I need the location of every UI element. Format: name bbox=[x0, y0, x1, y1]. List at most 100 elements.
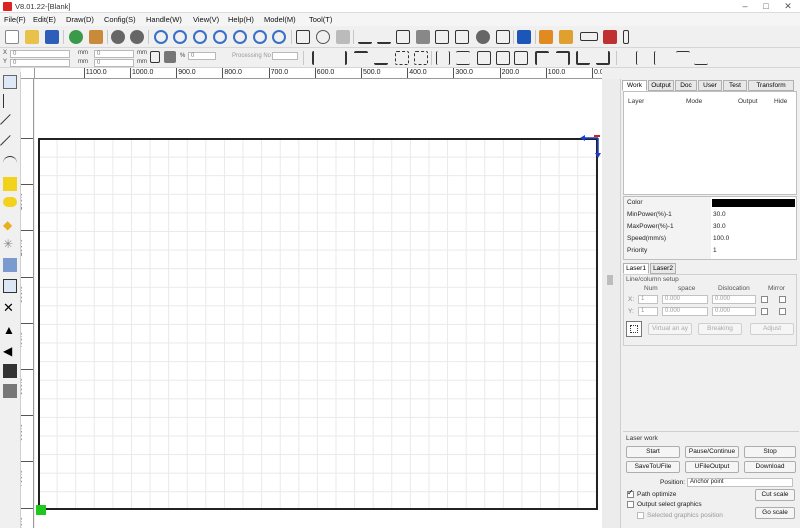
minimize-icon[interactable]: – bbox=[736, 1, 754, 12]
rectangle-tool-icon[interactable] bbox=[296, 30, 310, 44]
camera-icon[interactable] bbox=[476, 30, 490, 44]
close-icon[interactable]: ✕ bbox=[779, 1, 797, 12]
priority-value[interactable]: 1 bbox=[713, 247, 717, 254]
smooth-icon[interactable] bbox=[336, 30, 350, 44]
y-space-input[interactable]: 0.000 bbox=[662, 307, 708, 316]
monitor-icon[interactable] bbox=[517, 30, 531, 44]
anchor-center-icon[interactable] bbox=[654, 51, 668, 65]
rotate-tool-icon[interactable]: ◀ bbox=[3, 344, 17, 358]
align-right-icon[interactable] bbox=[333, 51, 347, 65]
bitmap-tool-icon[interactable] bbox=[3, 258, 17, 272]
same-height-icon[interactable] bbox=[496, 51, 510, 65]
mirror-h-icon[interactable] bbox=[435, 30, 449, 44]
select-tool-icon[interactable] bbox=[3, 75, 17, 89]
flag-icon[interactable] bbox=[603, 30, 617, 44]
x-disloc-input[interactable]: 0.000 bbox=[712, 295, 756, 304]
lock-ratio-icon[interactable] bbox=[150, 51, 160, 63]
zoom-data-icon[interactable] bbox=[233, 30, 247, 44]
y-position-input[interactable]: 0 bbox=[10, 59, 70, 67]
mirror-tool-icon[interactable]: ▲ bbox=[3, 323, 17, 337]
tab-doc[interactable]: Doc bbox=[675, 80, 697, 91]
curve-tool-icon[interactable] bbox=[3, 156, 17, 170]
array-tool-icon[interactable] bbox=[3, 364, 17, 378]
layer-list[interactable]: Layer Mode Output Hide bbox=[623, 91, 797, 195]
distribute-v-icon[interactable] bbox=[456, 51, 470, 65]
zoom-window-icon[interactable] bbox=[193, 30, 207, 44]
tab-test[interactable]: Test bbox=[723, 80, 747, 91]
y-disloc-input[interactable]: 0.000 bbox=[712, 307, 756, 316]
export-icon[interactable] bbox=[89, 30, 103, 44]
start-button[interactable]: Start bbox=[626, 446, 680, 458]
speed-value[interactable]: 100.0 bbox=[713, 235, 729, 242]
import-icon[interactable] bbox=[69, 30, 83, 44]
width-input[interactable]: 0 bbox=[94, 50, 134, 58]
corner-br-icon[interactable] bbox=[596, 51, 610, 65]
menu-handle[interactable]: Handle(W) bbox=[146, 15, 182, 24]
mirror-v-icon[interactable] bbox=[455, 30, 469, 44]
array-grid-icon[interactable] bbox=[626, 321, 642, 337]
same-width-icon[interactable] bbox=[477, 51, 491, 65]
save-to-ufile-button[interactable]: SaveToUFile bbox=[626, 461, 680, 473]
rectangle-tool-icon[interactable] bbox=[3, 177, 17, 191]
frame-icon[interactable] bbox=[396, 30, 410, 44]
anchor-top-icon[interactable] bbox=[676, 51, 690, 65]
open-folder-icon[interactable] bbox=[25, 30, 39, 44]
tab-user[interactable]: User bbox=[698, 80, 722, 91]
print-icon[interactable] bbox=[496, 30, 510, 44]
y-mirror-checkbox[interactable] bbox=[761, 308, 768, 315]
undo-icon[interactable] bbox=[111, 30, 125, 44]
polyline-tool-icon[interactable] bbox=[0, 135, 20, 155]
corner-tr-icon[interactable] bbox=[556, 51, 570, 65]
tab-output[interactable]: Output bbox=[648, 80, 674, 91]
menu-draw[interactable]: Draw(D) bbox=[66, 15, 94, 24]
menu-config[interactable]: Config(S) bbox=[104, 15, 136, 24]
min-power-value[interactable]: 30.0 bbox=[713, 211, 726, 218]
position-select[interactable]: Anchor point bbox=[687, 478, 793, 487]
tab-work[interactable]: Work bbox=[622, 80, 647, 91]
tab-transform[interactable]: Transform bbox=[748, 80, 794, 91]
x-mirror2-checkbox[interactable] bbox=[779, 296, 786, 303]
y-mirror2-checkbox[interactable] bbox=[779, 308, 786, 315]
x-position-input[interactable]: 0 bbox=[10, 50, 70, 58]
ratio-icon[interactable] bbox=[164, 51, 176, 63]
align-left-icon[interactable] bbox=[312, 51, 326, 65]
download-button[interactable]: Download bbox=[744, 461, 796, 473]
anchor-point[interactable] bbox=[36, 505, 46, 515]
ratio-input[interactable]: 0 bbox=[188, 52, 216, 60]
save-icon[interactable] bbox=[45, 30, 59, 44]
cut-scale-button[interactable]: Cut scale bbox=[755, 489, 795, 501]
breaking-button[interactable]: Breaking bbox=[698, 323, 742, 335]
sparkle-icon[interactable] bbox=[559, 30, 573, 44]
x-space-input[interactable]: 0.000 bbox=[662, 295, 708, 304]
node-tool-icon[interactable] bbox=[3, 94, 17, 108]
distribute-h-icon[interactable] bbox=[436, 51, 450, 65]
menu-tool[interactable]: Tool(T) bbox=[309, 15, 332, 24]
y-num-input[interactable]: 1 bbox=[638, 307, 658, 316]
zoom-select-icon[interactable] bbox=[253, 30, 267, 44]
maximize-icon[interactable]: □ bbox=[757, 1, 775, 12]
menu-model[interactable]: Model(M) bbox=[264, 15, 296, 24]
array-icon[interactable] bbox=[416, 30, 430, 44]
adjust-button[interactable]: Adjust bbox=[750, 323, 794, 335]
delete-tool-icon[interactable]: ✕ bbox=[3, 301, 17, 315]
align-center-v-icon[interactable] bbox=[395, 51, 409, 65]
line-tool-icon[interactable] bbox=[0, 114, 20, 134]
corner-bl-icon[interactable] bbox=[576, 51, 590, 65]
max-power-value[interactable]: 30.0 bbox=[713, 223, 726, 230]
align-bottom-icon[interactable] bbox=[374, 51, 388, 65]
menu-help[interactable]: Help(H) bbox=[228, 15, 254, 24]
same-size-icon[interactable] bbox=[514, 51, 528, 65]
processing-no-input[interactable] bbox=[272, 52, 298, 60]
zoom-fit-icon[interactable] bbox=[272, 30, 286, 44]
pattern-tool-icon[interactable] bbox=[3, 384, 17, 398]
text-tool-icon[interactable]: ◆ bbox=[3, 218, 17, 232]
menu-view[interactable]: View(V) bbox=[193, 15, 219, 24]
ufile-output-button[interactable]: UFileOutput bbox=[685, 461, 739, 473]
door-icon[interactable] bbox=[623, 30, 629, 44]
menu-edit[interactable]: Edit(E) bbox=[33, 15, 56, 24]
align-center-h-icon[interactable] bbox=[414, 51, 428, 65]
curve-icon[interactable] bbox=[358, 30, 372, 44]
anchor-left-icon[interactable] bbox=[636, 51, 650, 65]
point-tool-icon[interactable]: ✳ bbox=[3, 237, 17, 251]
align-top-icon[interactable] bbox=[354, 51, 368, 65]
